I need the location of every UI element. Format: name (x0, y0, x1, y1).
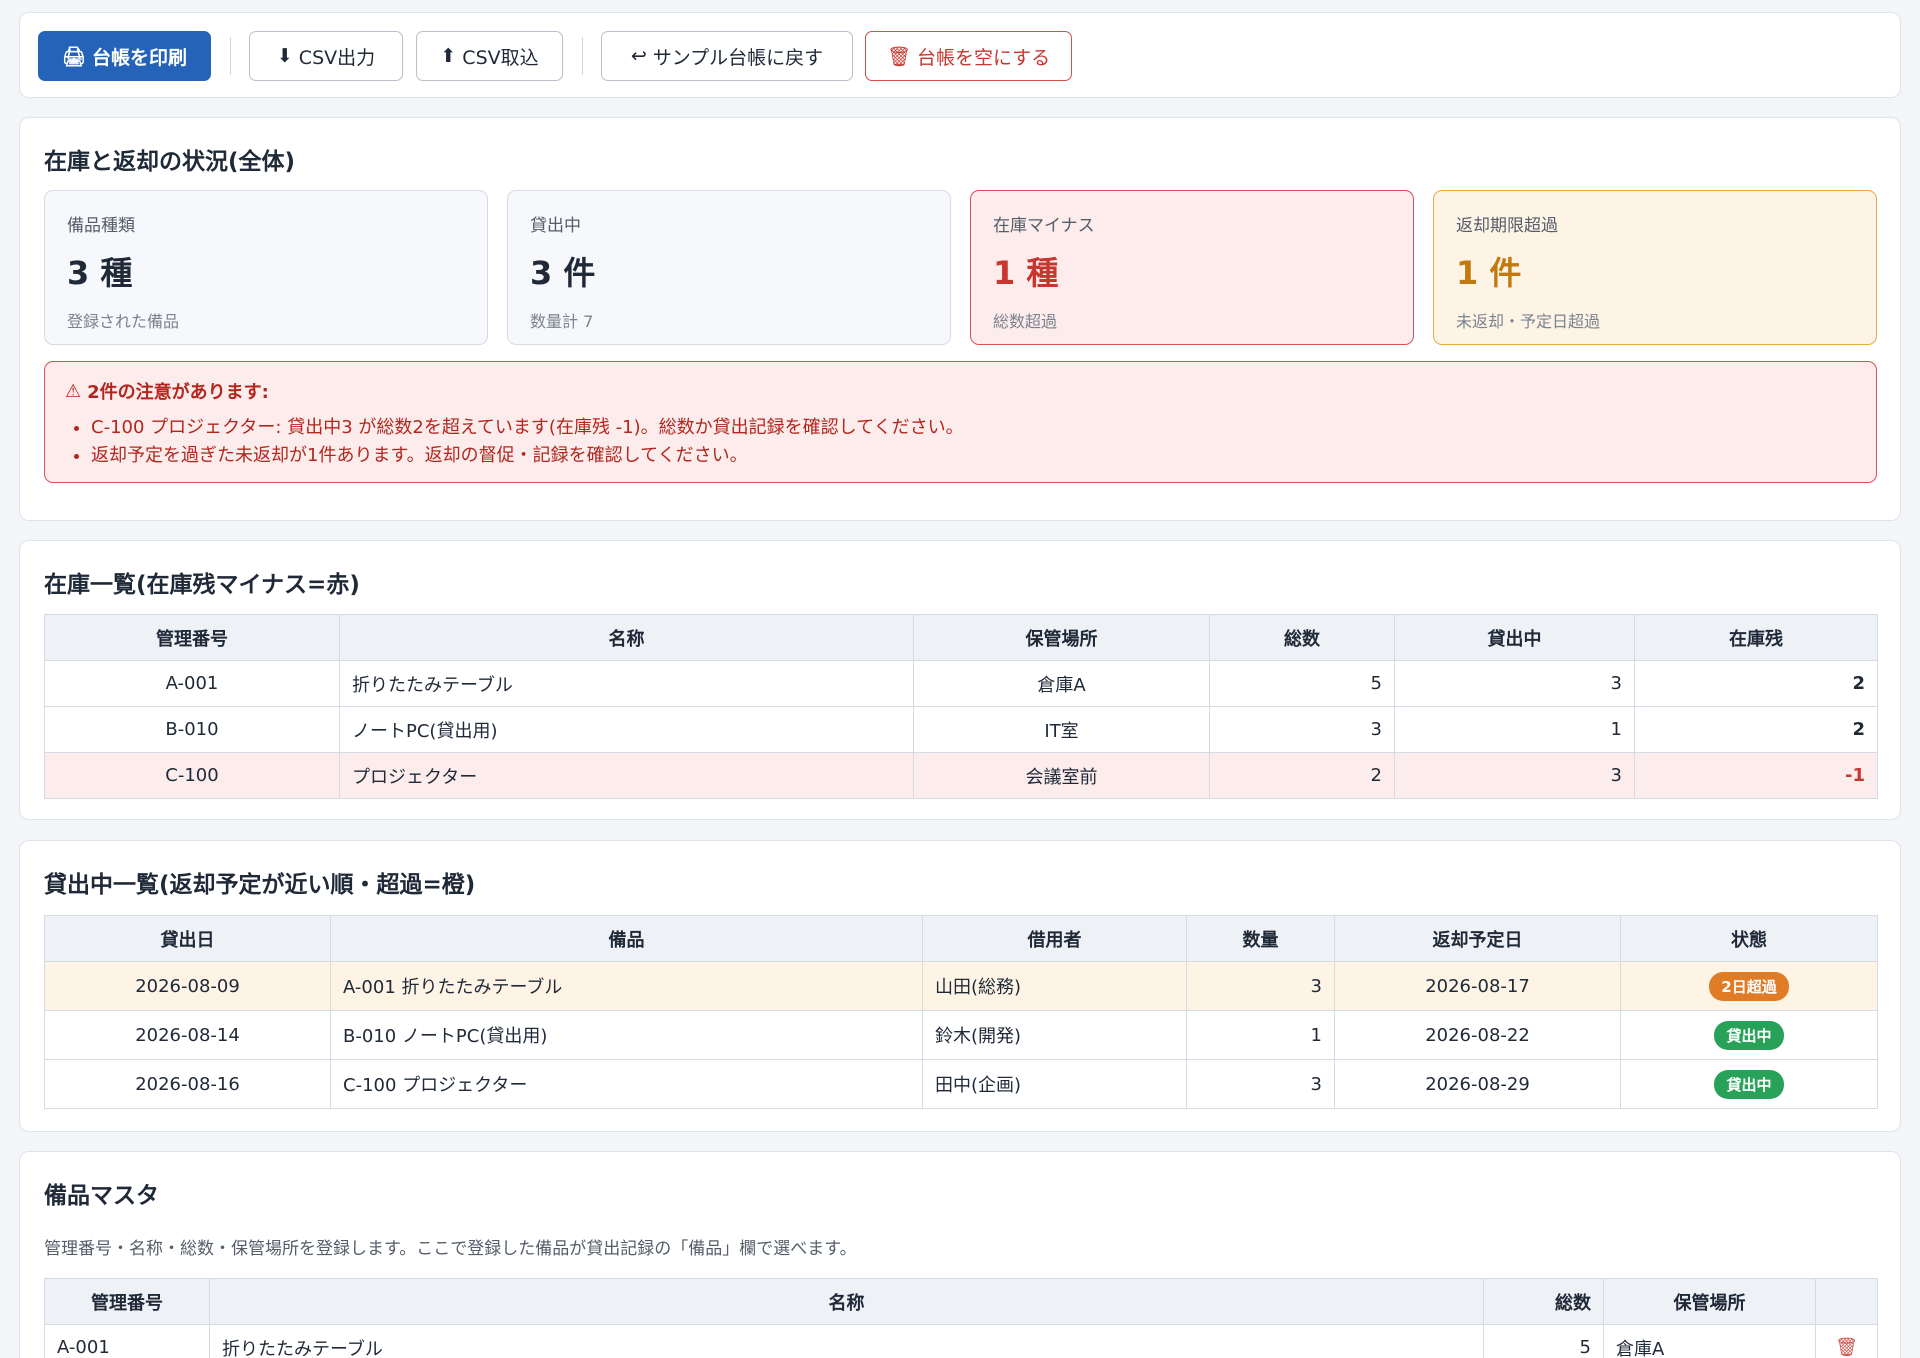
col-header[interactable]: 借用者 (922, 915, 1187, 962)
location-input[interactable]: 倉庫A (1603, 1324, 1816, 1358)
col-header[interactable]: 管理番号 (44, 614, 340, 661)
col-header (1815, 1278, 1878, 1325)
master-table: 管理番号 名称 総数 保管場所 A-001 折りたたみテーブル 5 倉庫A 🗑 (44, 1278, 1878, 1358)
toolbar-separator (582, 37, 583, 75)
col-header[interactable]: 貸出日 (44, 915, 331, 962)
stat-card-overdue: 返却期限超過 1 件 未返却・予定日超過 (1433, 190, 1877, 345)
warning-alert: ⚠ 2件の注意があります: C-100 プロジェクター: 貸出中3 が総数2を超… (44, 361, 1877, 483)
section-title: 在庫と返却の状況(全体) (44, 149, 296, 175)
section-title: 在庫一覧(在庫残マイナス=赤) (44, 572, 360, 598)
col-header[interactable]: 名称 (339, 614, 914, 661)
id-input[interactable]: A-001 (44, 1324, 210, 1358)
name-input[interactable]: 折りたたみテーブル (209, 1324, 1484, 1358)
table-row: 2026-08-14 B-010 ノートPC(貸出用) 鈴木(開発) 1 202… (44, 1010, 1878, 1060)
inventory-section: 在庫一覧(在庫残マイナス=赤) 管理番号 名称 保管場所 総数 貸出中 在庫残 … (19, 540, 1901, 820)
alert-item: 返却予定を過ぎた未返却が1件あります。返却の督促・記録を確認してください。 (91, 442, 1856, 470)
toolbar-separator (230, 37, 231, 75)
status-badge: 貸出中 (1714, 1020, 1784, 1050)
section-description: 管理番号・名称・総数・保管場所を登録します。ここで登録した備品が貸出記録の「備品… (44, 1239, 857, 1259)
col-header[interactable]: 総数 (1209, 614, 1395, 661)
table-row-overdue: 2026-08-09 A-001 折りたたみテーブル 山田(総務) 3 2026… (44, 961, 1878, 1011)
trash-icon: 🗑 (886, 45, 911, 68)
stat-card-negative-stock: 在庫マイナス 1 種 総数超過 (970, 190, 1414, 345)
summary-section: 在庫と返却の状況(全体) 備品種類 3 種 登録された備品 貸出中 3 件 数量… (19, 117, 1901, 521)
col-header[interactable]: 総数 (1483, 1278, 1604, 1325)
col-header[interactable]: 保管場所 (1603, 1278, 1816, 1325)
table-row: B-010 ノートPC(貸出用) IT室 3 1 2 (44, 706, 1878, 753)
total-input[interactable]: 5 (1483, 1324, 1604, 1358)
csv-export-button[interactable]: ⬇ CSV出力 (249, 31, 403, 81)
table-row: 2026-08-16 C-100 プロジェクター 田中(企画) 3 2026-0… (44, 1059, 1878, 1109)
reset-sample-button[interactable]: ↩ サンプル台帳に戻す (601, 31, 853, 81)
loans-section: 貸出中一覧(返却予定が近い順・超過=橙) 貸出日 備品 借用者 数量 返却予定日… (19, 840, 1901, 1132)
section-title: 貸出中一覧(返却予定が近い順・超過=橙) (44, 872, 476, 898)
stat-card-on-loan: 貸出中 3 件 数量計 7 (507, 190, 951, 345)
col-header[interactable]: 状態 (1620, 915, 1878, 962)
csv-import-button[interactable]: ⬆ CSV取込 (416, 31, 563, 81)
col-header[interactable]: 貸出中 (1394, 614, 1635, 661)
toolbar: 🖨 台帳を印刷 ⬇ CSV出力 ⬆ CSV取込 ↩ サンプル台帳に戻す 🗑 台帳… (19, 12, 1901, 98)
col-header[interactable]: 数量 (1186, 915, 1335, 962)
status-badge: 貸出中 (1714, 1069, 1784, 1099)
alert-list: C-100 プロジェクター: 貸出中3 が総数2を超えています(在庫残 -1)。… (65, 414, 1856, 470)
delete-icon[interactable]: 🗑 (1835, 1337, 1858, 1358)
clear-ledger-button[interactable]: 🗑 台帳を空にする (865, 31, 1072, 81)
status-badge: 2日超過 (1709, 971, 1789, 1001)
col-header[interactable]: 名称 (209, 1278, 1484, 1325)
col-header[interactable]: 在庫残 (1634, 614, 1878, 661)
alert-item: C-100 プロジェクター: 貸出中3 が総数2を超えています(在庫残 -1)。… (91, 414, 1856, 442)
table-row: A-001 折りたたみテーブル 倉庫A 5 3 2 (44, 660, 1878, 707)
section-title: 備品マスタ (44, 1183, 159, 1209)
col-header[interactable]: 管理番号 (44, 1278, 210, 1325)
col-header[interactable]: 備品 (330, 915, 923, 962)
col-header[interactable]: 保管場所 (913, 614, 1210, 661)
arrow-down-icon: ⬇ (276, 45, 293, 67)
warning-icon: ⚠ (65, 380, 82, 402)
stat-card-item-types: 備品種類 3 種 登録された備品 (44, 190, 488, 345)
master-section: 備品マスタ 管理番号・名称・総数・保管場所を登録します。ここで登録した備品が貸出… (19, 1151, 1901, 1358)
arrow-up-icon: ⬆ (440, 45, 457, 67)
col-header[interactable]: 返却予定日 (1334, 915, 1621, 962)
inventory-table: 管理番号 名称 保管場所 総数 貸出中 在庫残 A-001 折りたたみテーブル … (44, 614, 1878, 799)
return-arrow-icon: ↩ (630, 45, 647, 67)
loans-table: 貸出日 備品 借用者 数量 返却予定日 状態 2026-08-09 A-001 … (44, 915, 1878, 1109)
print-ledger-button[interactable]: 🖨 台帳を印刷 (38, 31, 211, 81)
printer-icon: 🖨 (61, 45, 87, 68)
table-row-negative: C-100 プロジェクター 会議室前 2 3 -1 (44, 752, 1878, 799)
table-row: A-001 折りたたみテーブル 5 倉庫A 🗑 (44, 1324, 1878, 1358)
